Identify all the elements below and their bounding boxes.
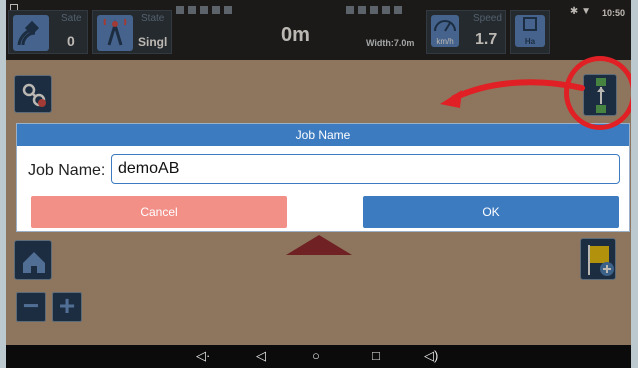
back-icon[interactable]: ◁: [256, 348, 266, 364]
home-nav-icon[interactable]: ○: [312, 348, 320, 364]
volume-up-icon[interactable]: ◁): [424, 348, 438, 364]
cancel-button[interactable]: Cancel: [31, 196, 287, 228]
annotation-circle: [564, 56, 631, 130]
job-name-label: Job Name:: [28, 162, 106, 179]
android-nav-bar: ◁· ◁ ○ □ ◁): [6, 345, 631, 368]
device-frame: Sate 0 State Singl 0m Width:7.0m km/h Sp…: [0, 0, 638, 368]
app-screen: Sate 0 State Singl 0m Width:7.0m km/h Sp…: [6, 0, 631, 368]
job-name-dialog: Job Name Job Name: demoAB Cancel OK: [16, 123, 630, 232]
volume-down-icon[interactable]: ◁·: [196, 348, 210, 364]
job-name-input[interactable]: demoAB: [111, 154, 620, 184]
dialog-title: Job Name: [17, 124, 629, 146]
recents-icon[interactable]: □: [372, 348, 380, 364]
ok-button[interactable]: OK: [363, 196, 619, 228]
